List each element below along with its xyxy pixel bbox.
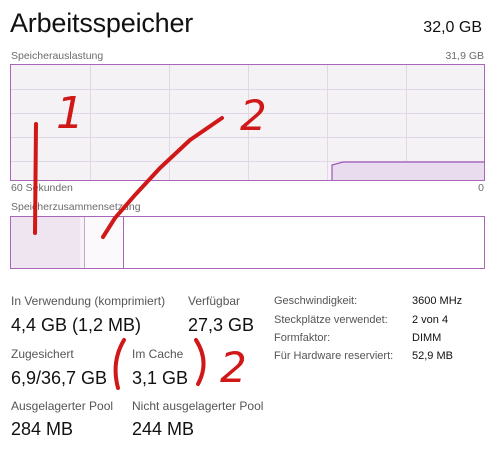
usage-chart-label: Speicherauslastung bbox=[11, 50, 104, 62]
annotation-paren-left bbox=[113, 338, 126, 390]
speed-label: Geschwindigkeit: bbox=[274, 295, 358, 307]
slots-label: Steckplätze verwendet: bbox=[274, 314, 388, 326]
standby-segment bbox=[85, 217, 124, 268]
speed-value: 3600 MHz bbox=[412, 295, 463, 307]
in-use-value: 4,4 GB (1,2 MB) bbox=[11, 315, 142, 335]
hardware-reserved-value: 52,9 MB bbox=[412, 350, 453, 362]
paged-pool-label: Ausgelagerter Pool bbox=[11, 399, 114, 413]
usage-chart-max: 31,9 GB bbox=[445, 50, 484, 62]
hardware-reserved-label: Für Hardware reserviert: bbox=[274, 350, 394, 362]
time-zero-label: 0 bbox=[478, 182, 484, 194]
available-label: Verfügbar bbox=[188, 294, 241, 308]
composition-bar bbox=[10, 216, 485, 269]
in-use-label: In Verwendung (komprimiert) bbox=[11, 294, 166, 308]
time-range-label: 60 Sekunden bbox=[11, 182, 73, 194]
nonpaged-pool-label: Nicht ausgelagerter Pool bbox=[132, 399, 264, 413]
form-factor-label: Formfaktor: bbox=[274, 332, 331, 344]
usage-line bbox=[331, 161, 484, 180]
cache-value: 3,1 GB bbox=[132, 368, 189, 388]
available-value: 27,3 GB bbox=[188, 315, 255, 335]
page-title: Arbeitsspeicher bbox=[10, 8, 194, 38]
cache-label: Im Cache bbox=[132, 347, 184, 361]
nonpaged-pool-value: 244 MB bbox=[132, 419, 195, 439]
slots-value: 2 von 4 bbox=[412, 314, 449, 326]
in-use-segment bbox=[11, 217, 81, 268]
total-memory: 32,0 GB bbox=[423, 19, 482, 36]
usage-chart bbox=[10, 64, 485, 181]
annotation-mark-2-bottom: 2 bbox=[220, 343, 247, 392]
paged-pool-value: 284 MB bbox=[11, 419, 74, 439]
committed-value: 6,9/36,7 GB bbox=[11, 368, 108, 388]
form-factor-value: DIMM bbox=[412, 332, 442, 344]
committed-label: Zugesichert bbox=[11, 347, 74, 361]
annotation-paren-right bbox=[194, 338, 206, 386]
composition-label: Speicherzusammensetzung bbox=[11, 201, 141, 213]
